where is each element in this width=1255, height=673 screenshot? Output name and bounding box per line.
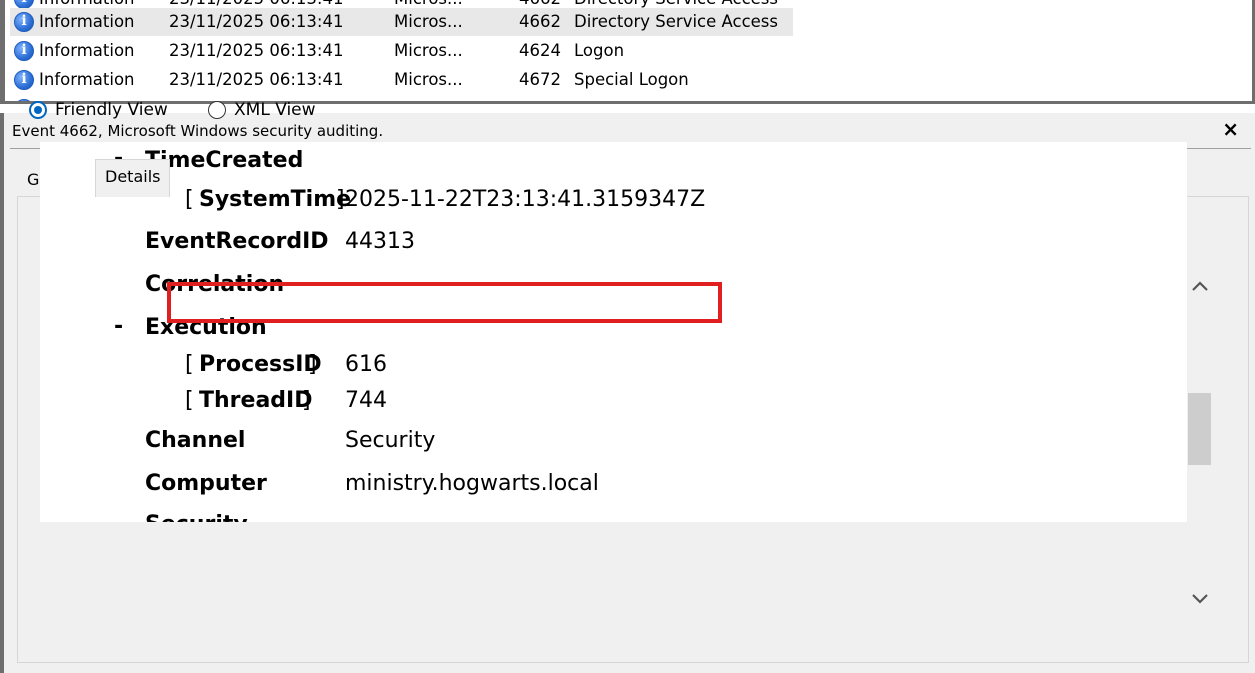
scroll-down-arrow-icon[interactable] (1190, 592, 1210, 606)
xml-view-label: XML View (234, 100, 316, 120)
event-row[interactable]: i Information 23/11/2025 06:13:41 Micros… (10, 66, 793, 94)
event-date: 23/11/2025 06:13:41 (169, 41, 344, 60)
channel-key: Channel (145, 428, 246, 453)
details-pane-title: Event 4662, Microsoft Windows security a… (12, 122, 384, 140)
list-divider (5, 101, 1252, 104)
thread-id-value: 744 (345, 388, 387, 413)
event-record-id-key: EventRecordID (145, 229, 329, 254)
event-row-selected[interactable]: i Information 23/11/2025 06:13:41 Micros… (10, 8, 793, 36)
thread-id-bracket-open: [ (185, 388, 194, 413)
annotation-highlight-box (167, 282, 722, 323)
scroll-up-arrow-icon[interactable] (1190, 279, 1210, 293)
event-task-category: Logon (574, 41, 625, 60)
event-id: 4624 (519, 41, 561, 60)
radio-checked-icon (29, 101, 47, 119)
system-time-key: SystemTime (199, 187, 352, 212)
friendly-view-label: Friendly View (55, 100, 168, 120)
event-list[interactable]: i Information 23/11/2025 06:13:41 Micros… (0, 0, 1255, 104)
event-task-category: Directory Service Access (574, 12, 779, 31)
process-id-bracket-open: [ (185, 352, 194, 377)
event-id: 4662 (519, 12, 561, 31)
event-record-id-value: 44313 (345, 229, 415, 254)
process-id-value: 616 (345, 352, 387, 377)
tab-details[interactable]: Details (95, 159, 171, 197)
process-id-key: ProcessID (199, 352, 322, 377)
event-date: 23/11/2025 06:13:41 (169, 12, 344, 31)
close-icon[interactable]: × (1222, 117, 1239, 141)
radio-unchecked-icon (208, 101, 226, 119)
system-time-bracket-close: ] (336, 187, 345, 212)
system-time-value: 2025-11-22T23:13:41.3159347Z (345, 187, 706, 212)
event-level: Information (39, 70, 135, 89)
event-source: Micros... (394, 12, 463, 31)
thread-id-bracket-close: ] (302, 388, 311, 413)
next-key-partial: Security (145, 510, 248, 522)
scrollbar-thumb[interactable] (1188, 393, 1211, 465)
channel-value: Security (345, 428, 436, 453)
event-date: 23/11/2025 06:13:41 (169, 70, 344, 89)
system-time-bracket-open: [ (185, 187, 194, 212)
collapse-toggle[interactable]: - (114, 312, 123, 342)
friendly-view-tree[interactable]: - TimeCreated [ SystemTime ] 2025-11-22T… (40, 142, 1187, 522)
information-icon: i (14, 41, 34, 61)
event-source: Micros... (394, 70, 463, 89)
computer-key: Computer (145, 471, 267, 496)
information-icon: i (14, 70, 34, 90)
computer-value: ministry.hogwarts.local (345, 471, 599, 496)
event-source: Micros... (394, 41, 463, 60)
thread-id-key: ThreadID (199, 388, 313, 413)
event-level: Information (39, 41, 135, 60)
event-task-category: Special Logon (574, 70, 689, 89)
information-icon: i (14, 12, 34, 32)
event-row[interactable]: i Information 23/11/2025 06:13:41 Micros… (10, 37, 793, 65)
event-level: Information (39, 12, 135, 31)
event-id: 4672 (519, 70, 561, 89)
process-id-bracket-close: ] (308, 352, 317, 377)
